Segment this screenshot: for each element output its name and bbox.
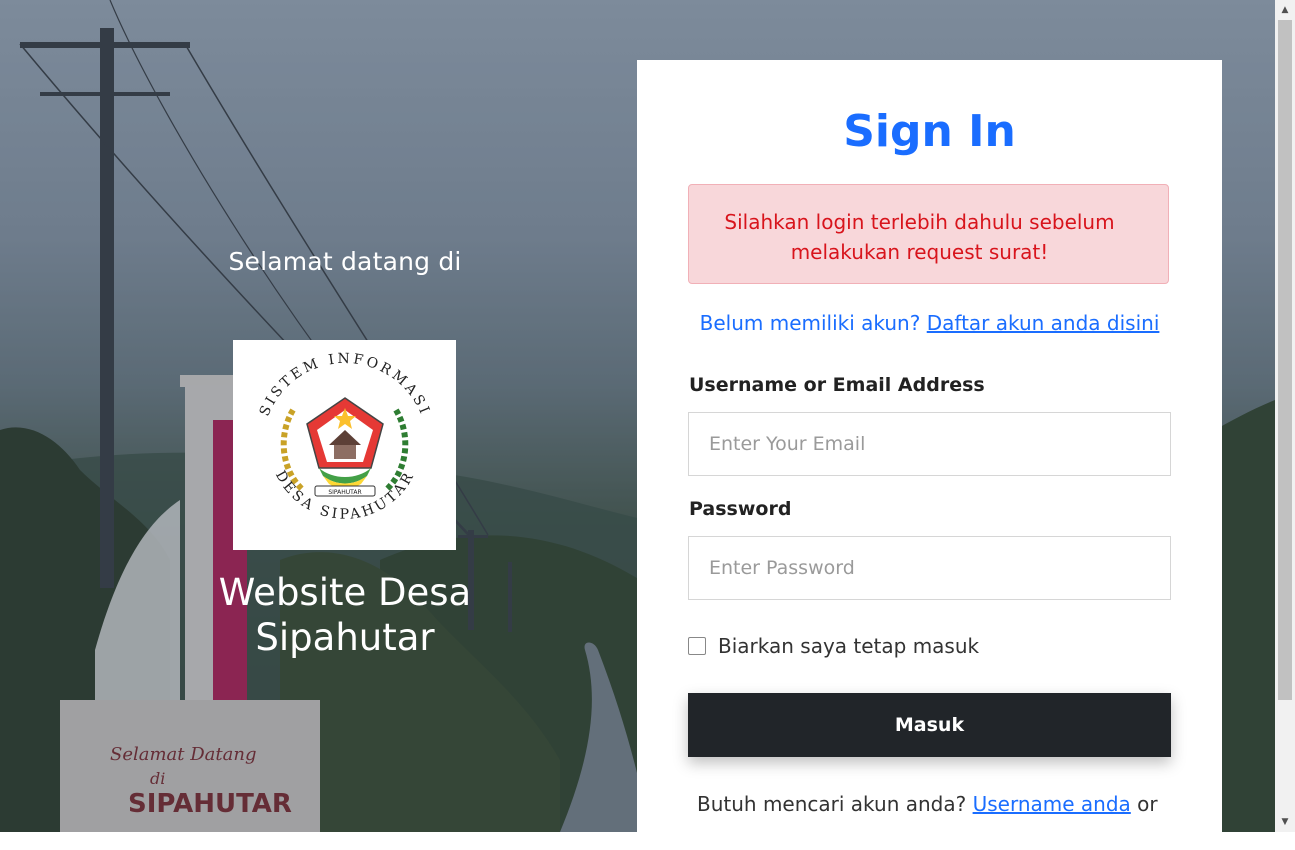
register-link[interactable]: Daftar akun anda disini <box>927 311 1160 335</box>
find-account-suffix: or <box>1137 792 1158 816</box>
logo-ribbon-text: SIPAHUTAR <box>328 489 361 496</box>
remember-me[interactable]: Biarkan saya tetap masuk <box>688 634 979 658</box>
site-title: Website Desa Sipahutar <box>218 571 472 659</box>
find-username-link[interactable]: Username anda <box>973 792 1131 816</box>
sign-in-title: Sign In <box>843 106 1016 157</box>
password-input[interactable] <box>688 536 1171 600</box>
username-label: Username or Email Address <box>689 374 985 396</box>
welcome-text: Selamat datang di <box>228 247 462 276</box>
scroll-up-icon[interactable]: ▲ <box>1275 0 1295 20</box>
login-required-alert: Silahkan login terlebih dahulu sebelum m… <box>688 184 1169 284</box>
password-label: Password <box>689 498 792 520</box>
register-prompt: Belum memiliki akun? Daftar akun anda di… <box>637 311 1222 335</box>
submit-button[interactable]: Masuk <box>688 693 1171 757</box>
page-scrollbar[interactable]: ▲ ▼ <box>1275 0 1295 832</box>
username-input[interactable] <box>688 412 1171 476</box>
find-account-text: Butuh mencari akun anda? <box>697 792 967 816</box>
find-account-prompt: Butuh mencari akun anda? Username anda o… <box>697 792 1177 816</box>
remember-me-label: Biarkan saya tetap masuk <box>718 634 980 658</box>
remember-me-checkbox[interactable] <box>688 637 706 655</box>
register-prompt-text: Belum memiliki akun? <box>699 311 921 335</box>
scroll-thumb[interactable] <box>1278 20 1292 700</box>
hero-section: Selamat datang di SISTEM INFORMASI DESA … <box>170 0 520 832</box>
scroll-down-icon[interactable]: ▼ <box>1275 812 1295 832</box>
village-logo: SISTEM INFORMASI DESA SIPAHUTAR SIPAHUTA… <box>233 340 456 550</box>
login-card: Sign In Silahkan login terlebih dahulu s… <box>637 60 1222 850</box>
